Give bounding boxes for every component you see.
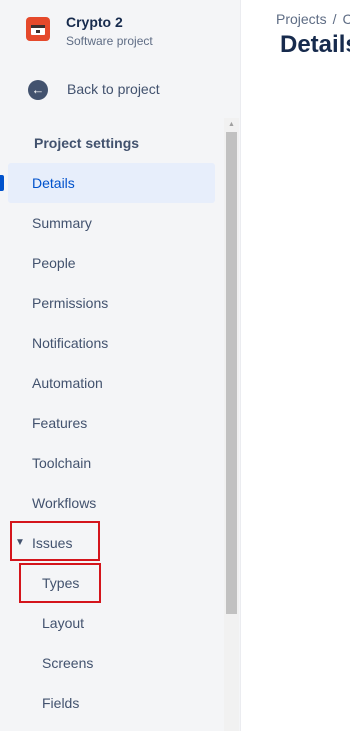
sidebar-item-label: Layout <box>42 615 85 631</box>
breadcrumb-projects-link[interactable]: Projects <box>276 11 327 27</box>
project-avatar-icon <box>26 17 50 41</box>
sidebar-scrollbar[interactable]: ▲ <box>224 118 239 731</box>
sidebar-item-label: Automation <box>32 375 103 391</box>
back-to-project-label: Back to project <box>67 81 160 97</box>
sidebar-item-details[interactable]: Details <box>0 163 215 203</box>
sidebar-item-label: Fields <box>42 695 80 711</box>
sidebar-item-label: Issues <box>32 535 73 551</box>
sidebar-item-label: Features <box>32 415 88 431</box>
sidebar-item-label: Summary <box>32 215 92 231</box>
sidebar-item-label: Screens <box>42 655 94 671</box>
sidebar-item-layout[interactable]: Layout <box>8 603 215 643</box>
sidebar-item-summary[interactable]: Summary <box>8 203 215 243</box>
sidebar-item-screens[interactable]: Screens <box>8 643 215 683</box>
sidebar-item-types[interactable]: Types <box>8 563 215 603</box>
sidebar-item-workflows[interactable]: Workflows <box>8 483 215 523</box>
breadcrumb-separator: / <box>332 11 337 27</box>
scroll-up-arrow-icon[interactable]: ▲ <box>224 118 239 132</box>
sidebar-item-label: Permissions <box>32 295 109 311</box>
arrow-left-icon: ← <box>28 80 48 100</box>
sidebar-item-permissions[interactable]: Permissions <box>8 283 215 323</box>
page-title: Details <box>280 31 350 58</box>
sidebar-item-automation[interactable]: Automation <box>8 363 215 403</box>
sidebar-item-people[interactable]: People <box>8 243 215 283</box>
section-title: Project settings <box>34 135 140 151</box>
sidebar-item-notifications[interactable]: Notifications <box>8 323 215 363</box>
scroll-thumb[interactable] <box>226 132 237 614</box>
sidebar-item-label: Workflows <box>32 495 97 511</box>
project-type: Software project <box>66 34 153 48</box>
main-content: Projects / C Details <box>242 0 350 731</box>
active-indicator <box>0 175 4 191</box>
chevron-down-icon[interactable]: ▼ <box>15 523 25 563</box>
sidebar-item-toolchain[interactable]: Toolchain <box>8 443 215 483</box>
breadcrumb: Projects / C <box>276 11 350 27</box>
sidebar-item-fields[interactable]: Fields <box>8 683 215 723</box>
sidebar-item-label: Types <box>42 575 80 591</box>
project-name: Crypto 2 <box>66 14 123 30</box>
sidebar-item-label: Details <box>32 175 75 191</box>
sidebar-item-label: People <box>32 255 76 271</box>
sidebar-item-label: Notifications <box>32 335 109 351</box>
back-to-project-link[interactable]: ← Back to project <box>28 79 228 101</box>
sidebar-item-features[interactable]: Features <box>8 403 215 443</box>
sidebar-item-issues[interactable]: ▼ Issues <box>8 523 215 563</box>
breadcrumb-project-link[interactable]: C <box>342 11 350 27</box>
sidebar: Crypto 2 Software project ← Back to proj… <box>0 0 241 731</box>
settings-nav: Project settings Details Summary People … <box>0 118 241 731</box>
project-header[interactable]: Crypto 2 Software project <box>26 14 240 54</box>
sidebar-item-label: Toolchain <box>32 455 92 471</box>
